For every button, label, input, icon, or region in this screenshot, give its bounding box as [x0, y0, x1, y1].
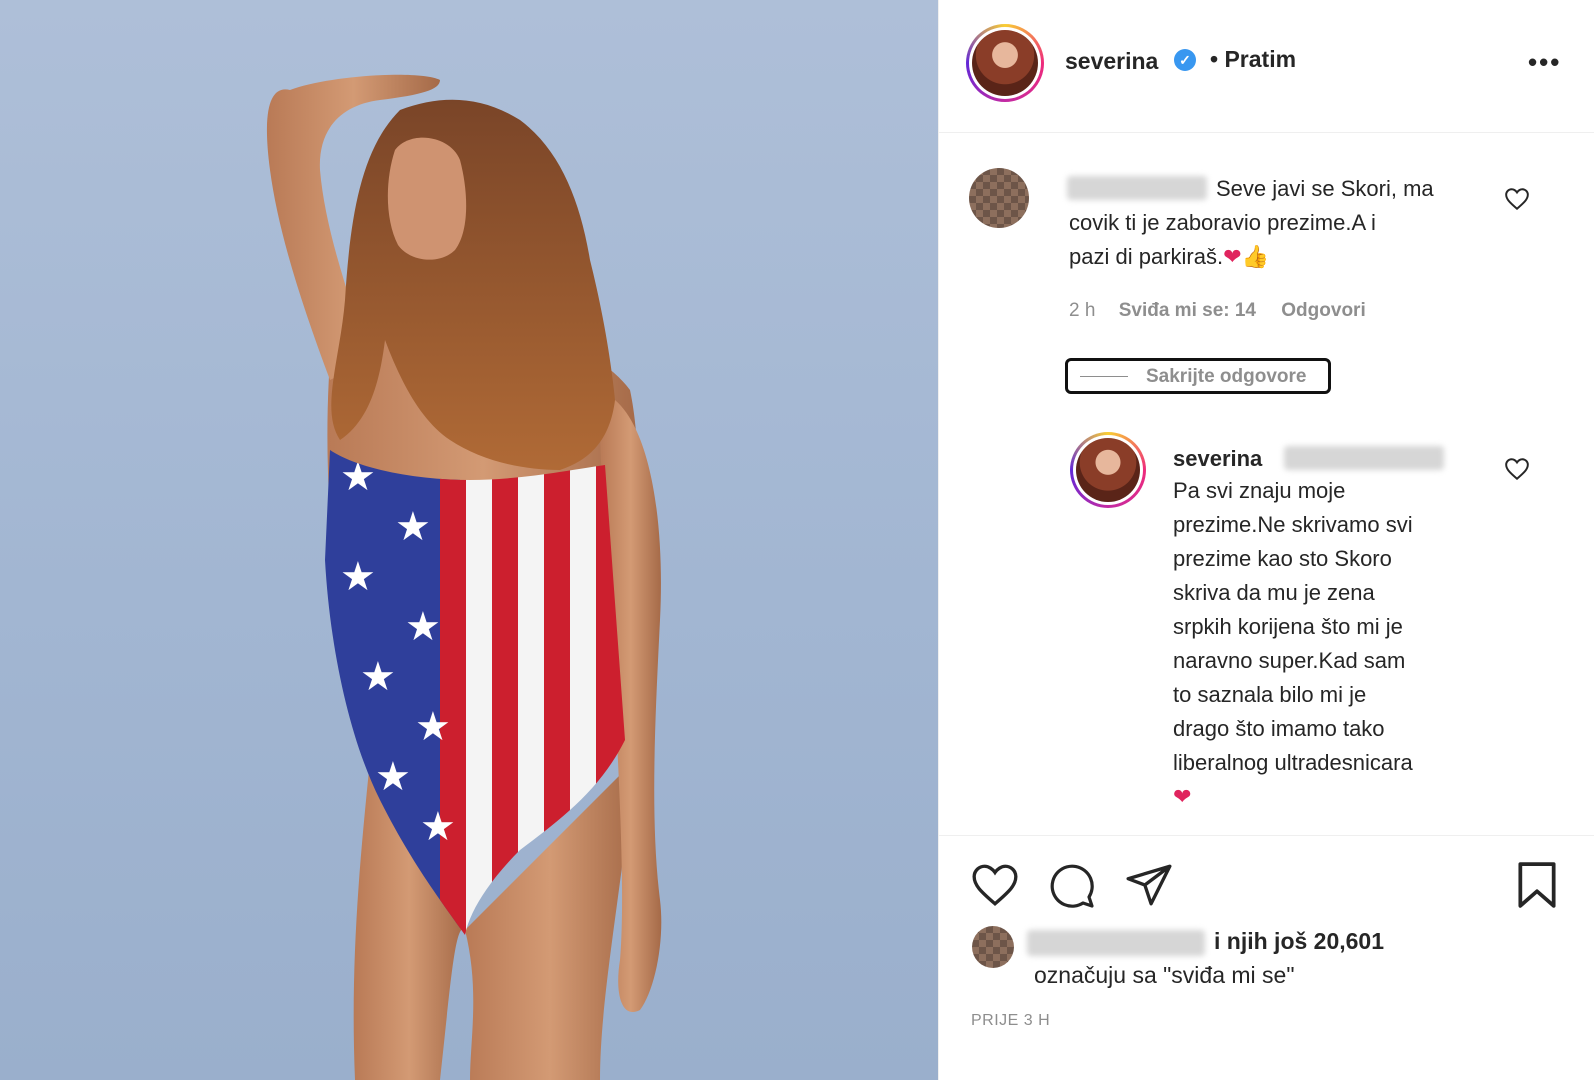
comment-icon[interactable] [1047, 862, 1097, 910]
comment-likes-count[interactable]: Sviđa mi se: 14 [1119, 300, 1256, 321]
svg-text:★: ★ [395, 504, 431, 550]
reply-line: Pa svi znaju moje [1173, 478, 1346, 503]
comment-text-line3-text: pazi di parkiraš. [1069, 244, 1224, 269]
reply-line: srpkih korijena što mi je [1173, 614, 1403, 639]
reply-emoji: ❤ [1173, 784, 1192, 809]
likes-count[interactable]: i njih još 20,601 [1214, 928, 1384, 955]
author-username[interactable]: severina [1065, 48, 1158, 75]
reply-line: naravno super.Kad sam [1173, 648, 1406, 673]
commenter-username-blurred[interactable] [1067, 176, 1207, 200]
liker-avatar[interactable] [972, 926, 1014, 968]
comment-time: 2 h [1069, 300, 1096, 321]
follow-status-group: • Pratim [1210, 46, 1296, 73]
post-photo-illustration: ★ ★ ★ ★ ★ ★ ★ ★ [266, 74, 662, 1080]
reply-like-heart-icon[interactable] [1504, 457, 1530, 481]
svg-text:★: ★ [420, 804, 456, 850]
comment-text-line2: covik ti je zaboravio prezime.A i [1069, 210, 1376, 235]
comment-text-line1: Seve javi se Skori, ma [1216, 176, 1434, 201]
svg-text:★: ★ [360, 654, 396, 700]
svg-text:★: ★ [405, 604, 441, 650]
reply-author-username[interactable]: severina [1173, 446, 1262, 472]
reply-text: Pa svi znaju moje prezime.Ne skrivamo sv… [1173, 474, 1413, 814]
comment-like-heart-icon[interactable] [1504, 187, 1530, 211]
verified-badge-icon: ✓ [1174, 49, 1196, 71]
svg-text:★: ★ [415, 704, 451, 750]
separator-dot: • [1210, 46, 1219, 72]
reply-line: liberalnog ultradesnicara [1173, 750, 1413, 775]
comment-reply-button[interactable]: Odgovori [1281, 300, 1365, 321]
more-options-icon[interactable]: ••• [1528, 47, 1561, 78]
comment-meta: 2 h Sviđa mi se: 14 Odgovori [1069, 300, 1366, 322]
likes-suffix: označuju sa "sviđa mi se" [1034, 962, 1295, 988]
author-avatar[interactable] [966, 24, 1044, 102]
commenter-avatar[interactable] [969, 168, 1029, 228]
reply-line: prezime.Ne skrivamo svi [1173, 512, 1413, 537]
bookmark-icon[interactable] [1514, 860, 1560, 910]
hide-replies-button[interactable]: Sakrijte odgovore [1065, 358, 1331, 394]
reply-line: skriva da mu je zena [1173, 580, 1375, 605]
hide-replies-label: Sakrijte odgovore [1146, 366, 1307, 387]
liker-username-blurred[interactable] [1027, 930, 1205, 956]
actions-divider [938, 835, 1594, 836]
reply-line: drago što imamo tako [1173, 716, 1385, 741]
hide-replies-line [1080, 376, 1128, 377]
post-photo: ★ ★ ★ ★ ★ ★ ★ ★ [0, 0, 938, 1080]
comment-text-line3: pazi di parkiraš.❤👍 [1069, 240, 1269, 274]
like-heart-icon[interactable] [970, 862, 1020, 908]
reply-mention-blurred[interactable] [1284, 446, 1444, 470]
comment-emojis: ❤👍 [1223, 244, 1269, 269]
reply-author-avatar[interactable] [1070, 432, 1146, 508]
following-button[interactable]: Pratim [1224, 46, 1296, 72]
share-icon[interactable] [1124, 862, 1174, 908]
svg-text:★: ★ [375, 754, 411, 800]
post-timestamp[interactable]: PRIJE 3 H [971, 1012, 1050, 1030]
svg-text:★: ★ [340, 554, 376, 600]
reply-line: to saznala bilo mi je [1173, 682, 1367, 707]
reply-line: prezime kao sto Skoro [1173, 546, 1392, 571]
